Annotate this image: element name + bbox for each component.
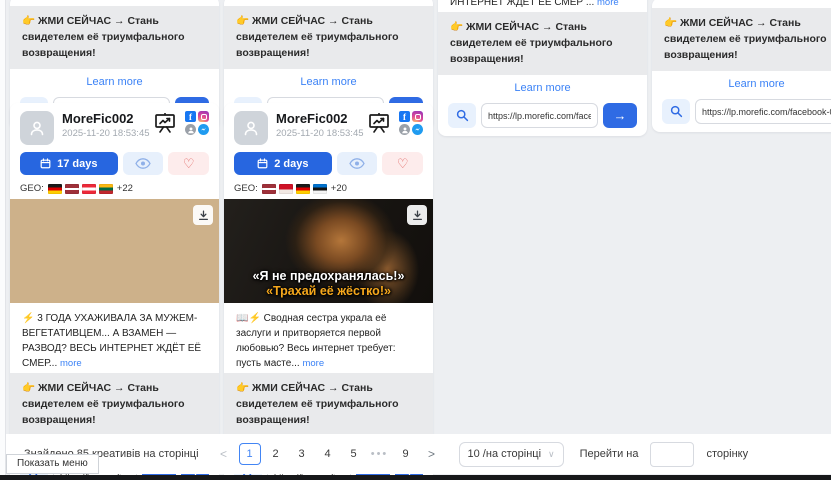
more-link[interactable]: more	[60, 358, 82, 369]
eye-icon	[135, 158, 151, 169]
landing-url-input[interactable]	[695, 99, 831, 124]
days-active-button[interactable]: 17 days	[20, 152, 118, 175]
pagination-bar: Знайдено 85 креативів на сторінці < 1 2 …	[6, 434, 831, 474]
learn-more-link[interactable]: Learn more	[438, 75, 647, 97]
goto-page-label: Перейти на	[580, 448, 639, 460]
creative-image[interactable]: «Я не предохранялась!» «Трахай её жёстко…	[224, 199, 433, 303]
geo-more-count: +20	[331, 183, 347, 194]
eye-icon	[349, 158, 365, 169]
chevron-down-icon: ∨	[548, 449, 555, 460]
calendar-icon	[257, 158, 268, 169]
per-page-select[interactable]: 10 /на сторінці ∨	[459, 442, 564, 467]
more-link[interactable]: more	[302, 358, 324, 369]
messenger-icon[interactable]	[198, 124, 209, 135]
flag-lt-icon	[99, 184, 113, 194]
page-button-2[interactable]: 2	[265, 443, 287, 465]
days-active-button[interactable]: 2 days	[234, 152, 332, 175]
heart-icon: ♡	[183, 157, 195, 170]
learn-more-link[interactable]: Learn more	[224, 69, 433, 91]
cta-band: 👉 ЖМИ СЕЙЧАС → Стань свидетелем её триум…	[438, 12, 647, 75]
page-button-3[interactable]: 3	[291, 443, 313, 465]
person-icon	[242, 119, 260, 137]
geo-more-count: +22	[117, 183, 133, 194]
flag-at-icon	[82, 184, 96, 194]
goto-page-suffix: сторінку	[706, 448, 748, 460]
creative-card-main-1: MoreFic002 2025-11-20 18:53:45 f	[10, 103, 219, 480]
search-icon	[456, 109, 469, 122]
image-download-button[interactable]	[193, 205, 213, 225]
flag-mc-icon	[279, 184, 293, 194]
creative-card-top-4: 👉 ЖМИ СЕЙЧАС → Стань свидетелем её триум…	[652, 0, 831, 132]
person-icon	[28, 119, 46, 137]
avatar	[20, 111, 54, 145]
collapsed-sidebar-edge	[0, 0, 6, 480]
landing-url-input[interactable]	[481, 103, 598, 128]
arrow-right-icon: →	[614, 108, 627, 123]
presentation-board-icon[interactable]	[366, 111, 392, 135]
favorite-button[interactable]: ♡	[168, 152, 209, 175]
cta-band: 👉 ЖМИ СЕЙЧАС → Стань свидетелем её триум…	[224, 373, 433, 436]
instagram-icon[interactable]	[412, 111, 423, 122]
profile-icon[interactable]	[399, 124, 410, 135]
download-icon	[412, 210, 423, 221]
profile-icon[interactable]	[185, 124, 196, 135]
views-button[interactable]	[123, 152, 164, 175]
geo-row: GEO: +22	[10, 177, 219, 199]
flag-ee-icon	[313, 184, 327, 194]
cta-band: 👉 ЖМИ СЕЙЧАС → Стань свидетелем её триум…	[224, 6, 433, 69]
page-button-last[interactable]: 9	[395, 443, 417, 465]
image-download-button[interactable]	[407, 205, 427, 225]
cta-band: 👉 ЖМИ СЕЙЧАС → Стань свидетелем её триум…	[10, 6, 219, 69]
avatar	[234, 111, 268, 145]
instagram-icon[interactable]	[198, 111, 209, 122]
favorite-button[interactable]: ♡	[382, 152, 423, 175]
creative-card-main-2: MoreFic002 2025-11-20 18:53:45 f	[224, 103, 433, 480]
goto-page-input[interactable]	[650, 442, 694, 467]
flag-de-icon	[296, 184, 310, 194]
bottom-edge-bar	[0, 475, 831, 480]
facebook-icon[interactable]: f	[185, 111, 196, 122]
advertiser-name: MoreFic002	[276, 111, 364, 127]
page-button-5[interactable]: 5	[343, 443, 365, 465]
facebook-icon[interactable]: f	[399, 111, 410, 122]
page-button-1[interactable]: 1	[239, 443, 261, 465]
geo-row: GEO: +20	[224, 177, 433, 199]
search-button[interactable]	[662, 99, 690, 124]
creative-date: 2025-11-20 18:53:45	[62, 128, 150, 139]
flag-de-icon	[48, 184, 62, 194]
ad-text-truncated: ИНТЕРНЕТ ЖДЁТ ЕЁ СМЕР ... more	[438, 0, 647, 12]
geo-label: GEO:	[20, 183, 44, 194]
heart-icon: ♡	[397, 157, 409, 170]
creative-image[interactable]	[10, 199, 219, 303]
creative-card-top-3: ИНТЕРНЕТ ЖДЁТ ЕЁ СМЕР ... more 👉 ЖМИ СЕЙ…	[438, 0, 647, 136]
search-button[interactable]	[448, 103, 476, 128]
pagination-ellipsis[interactable]: •••	[369, 448, 391, 460]
presentation-board-icon[interactable]	[152, 111, 178, 135]
geo-label: GEO:	[234, 183, 258, 194]
open-url-button[interactable]: →	[603, 103, 637, 128]
image-caption: «Я не предохранялась!» «Трахай её жёстко…	[224, 269, 433, 300]
flag-lv-icon	[65, 184, 79, 194]
cta-band: 👉 ЖМИ СЕЙЧАС → Стань свидетелем её триум…	[10, 373, 219, 436]
show-menu-tooltip[interactable]: Показать меню	[6, 454, 99, 474]
cta-band: 👉 ЖМИ СЕЙЧАС → Стань свидетелем её триум…	[652, 8, 831, 71]
download-icon	[198, 210, 209, 221]
ad-text: ⚡ 3 ГОДА УХАЖИВАЛА ЗА МУЖЕМ-ВЕГЕТАТИВЦЕМ…	[10, 303, 219, 373]
ad-spy-page: 👉 ЖМИ СЕЙЧАС → Стань свидетелем её триум…	[0, 0, 831, 480]
prev-page-button[interactable]: <	[213, 443, 235, 465]
search-icon	[670, 105, 683, 118]
next-page-button[interactable]: >	[421, 443, 443, 465]
learn-more-link[interactable]: Learn more	[10, 69, 219, 91]
ad-text: 📖⚡ Сводная сестра украла её заслуги и пр…	[224, 303, 433, 373]
calendar-icon	[40, 158, 51, 169]
more-link[interactable]: more	[597, 0, 619, 8]
flag-lv-icon	[262, 184, 276, 194]
messenger-icon[interactable]	[412, 124, 423, 135]
advertiser-name: MoreFic002	[62, 111, 150, 127]
views-button[interactable]	[337, 152, 378, 175]
creative-date: 2025-11-20 18:53:45	[276, 128, 364, 139]
learn-more-link[interactable]: Learn more	[652, 71, 831, 93]
page-button-4[interactable]: 4	[317, 443, 339, 465]
